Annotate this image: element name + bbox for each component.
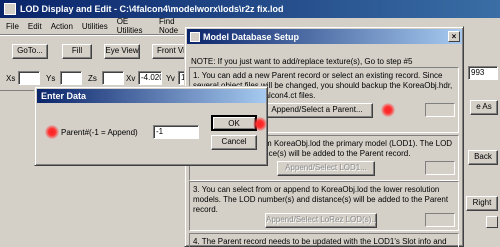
append-parent-click-marker [381, 103, 395, 117]
right-number-field[interactable]: 993 [468, 66, 498, 80]
close-icon[interactable]: × [448, 31, 460, 42]
model-db-note: NOTE: If you just want to add/replace te… [191, 57, 413, 66]
fill-button[interactable]: Fill [62, 44, 92, 59]
eye-view-button[interactable]: Eye View [104, 44, 140, 59]
menu-oe-utilities[interactable]: OE Utilities [117, 17, 150, 35]
ys-label: Ys [46, 74, 56, 83]
menu-bar: File Edit Action Utilities OE Utilities … [0, 17, 190, 35]
ys-field[interactable] [60, 71, 82, 85]
menu-action[interactable]: Action [51, 22, 73, 31]
field-click-marker [45, 125, 59, 139]
step4-text: 4. The Parent record needs to be updated… [193, 237, 447, 246]
model-db-title: Model Database Setup [203, 31, 300, 42]
append-lorez-button[interactable]: Append/Select LoRez LOD(s)... [265, 213, 377, 228]
main-title-bar[interactable]: LOD Display and Edit - C:\4falcon4\model… [0, 0, 500, 18]
ok-button[interactable]: OK [211, 115, 257, 131]
parent-index-box [425, 103, 455, 117]
lod1-index-box [425, 161, 455, 175]
parent-field-label: Parent#(-1 = Append) [61, 128, 138, 137]
menu-edit[interactable]: Edit [28, 22, 42, 31]
model-db-title-bar[interactable]: Model Database Setup × [187, 29, 462, 44]
zs-label: Zs [88, 74, 97, 83]
save-as-button[interactable]: e As [470, 100, 498, 115]
cancel-button[interactable]: Cancel [211, 135, 257, 150]
goto-button[interactable]: GoTo... [12, 44, 48, 59]
lorez-index-box [425, 213, 455, 227]
enter-data-dialog: Enter Data Parent#(-1 = Append) -1 OK Ca… [34, 86, 268, 166]
xs-field[interactable] [18, 71, 40, 85]
append-parent-button[interactable]: Append/Select a Parent... [261, 103, 373, 118]
back-button[interactable]: Back [468, 150, 498, 165]
append-lod1-button[interactable]: Append/Select LOD1... [277, 161, 375, 176]
xv-label: Xv [126, 74, 136, 83]
parent-number-input[interactable]: -1 [153, 125, 199, 139]
right-button[interactable]: Right [466, 196, 498, 211]
app-icon [4, 3, 16, 15]
menu-utilities[interactable]: Utilities [82, 22, 108, 31]
step3-text: 3. You can select from or append to Kore… [193, 185, 449, 214]
xs-label: Xs [6, 74, 16, 83]
enter-data-title-bar[interactable]: Enter Data [37, 89, 266, 103]
menu-file[interactable]: File [6, 22, 19, 31]
right-scroll-stub[interactable] [486, 216, 498, 228]
xv-field[interactable]: -4.020 [138, 71, 162, 85]
main-window-title: LOD Display and Edit - C:\4falcon4\model… [20, 4, 284, 14]
enter-data-title: Enter Data [41, 91, 87, 101]
ok-click-marker [253, 117, 267, 131]
model-db-icon [190, 31, 200, 42]
zs-field[interactable] [102, 71, 124, 85]
yv-label: Yv [166, 74, 175, 83]
toolbar-divider [0, 34, 190, 36]
